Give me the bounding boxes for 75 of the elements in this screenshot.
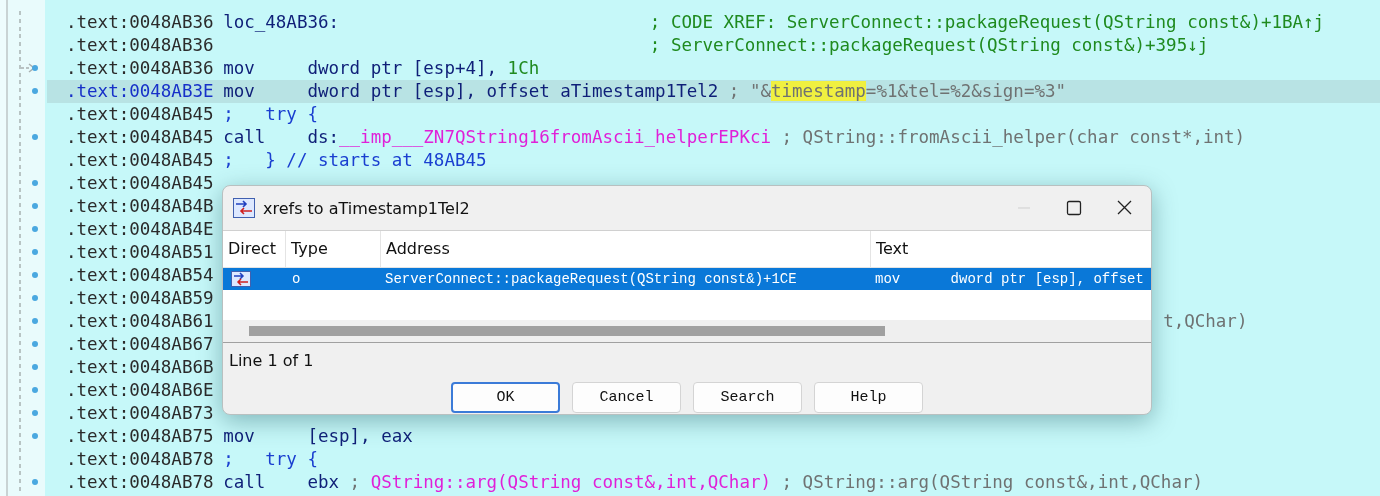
code-directive: ; try { bbox=[223, 448, 318, 471]
instruction-dot-icon bbox=[32, 479, 38, 485]
instruction-mnemonic: call bbox=[223, 126, 267, 149]
instruction-dot-icon bbox=[32, 203, 38, 209]
dialog-button[interactable]: Help bbox=[814, 382, 923, 413]
instruction-mnemonic: mov bbox=[223, 80, 256, 103]
instruction-dot-icon bbox=[32, 387, 38, 393]
line-address: .text:0048AB73 bbox=[66, 402, 214, 425]
horizontal-scrollbar[interactable] bbox=[223, 320, 1151, 342]
instruction-mnemonic: mov bbox=[223, 57, 256, 80]
instruction-dot-icon bbox=[32, 134, 38, 140]
instruction-dot-icon bbox=[32, 433, 38, 439]
line-address: .text:0048AB75 bbox=[66, 425, 214, 448]
line-address: .text:0048AB45 bbox=[66, 126, 214, 149]
instruction-dot-icon bbox=[32, 272, 38, 278]
xref-comment: ; CODE XREF: ServerConnect::packageRequest(QString const&)+1BA↑j bbox=[649, 11, 1325, 34]
line-address: .text:0048AB54 bbox=[66, 264, 214, 287]
line-address: .text:0048AB78 bbox=[66, 448, 214, 471]
instruction-mnemonic: mov bbox=[223, 425, 256, 448]
instruction-dot-icon bbox=[32, 364, 38, 370]
code-comment: ; QString::arg(QString const&,int,QChar) ; QString::arg(QString const&,int,QChar) bbox=[348, 471, 1203, 494]
line-address: .text:0048AB45 bbox=[66, 172, 214, 195]
column-header[interactable]: Text bbox=[871, 231, 1151, 267]
table-cell-text: o bbox=[291, 270, 302, 289]
dialog-title: xrefs to aTimestamp1Tel2 bbox=[263, 198, 470, 218]
line-address: .text:0048AB36 bbox=[66, 34, 214, 57]
dialog-button[interactable]: Search bbox=[693, 382, 802, 413]
instruction-dot-icon bbox=[32, 295, 38, 301]
code-comment: ; QString::fromAscii_helper(char const*,int) bbox=[780, 126, 1246, 149]
column-header[interactable]: Address bbox=[381, 231, 871, 267]
xref-row[interactable]: o ServerConnect::packageRequest(QString const&)+1CE mov dword ptr [esp], offset bbox=[223, 268, 1151, 290]
dialog-button[interactable]: OK bbox=[451, 382, 560, 413]
instruction-dot-icon bbox=[32, 249, 38, 255]
line-address: .text:0048AB51 bbox=[66, 241, 214, 264]
line-address: .text:0048AB67 bbox=[66, 333, 214, 356]
table-cell-text: ServerConnect::packageRequest(QString const&)+1CE bbox=[384, 270, 798, 289]
line-address: .text:0048AB61 bbox=[66, 310, 214, 333]
code-comment: ; "&timestamp=%1&tel=%2&sign=%3" bbox=[727, 80, 1067, 103]
xref-comment: ; ServerConnect::packageRequest(QString const&)+395↓j bbox=[649, 34, 1209, 57]
instruction-dot-icon bbox=[32, 318, 38, 324]
line-address: .text:0048AB36 bbox=[66, 11, 214, 34]
status-text: Line 1 of 1 bbox=[228, 350, 315, 372]
line-address: .text:0048AB4E bbox=[66, 218, 214, 241]
line-address: .text:0048AB4B bbox=[66, 195, 214, 218]
instruction-dot-icon bbox=[32, 226, 38, 232]
instruction-operand: dword ptr [esp+4], 1Ch bbox=[307, 57, 540, 80]
column-header[interactable]: Direct bbox=[223, 231, 286, 267]
code-directive: ; try { bbox=[223, 103, 318, 126]
line-address: .text:0048AB6E bbox=[66, 379, 214, 402]
column-header[interactable]: Type bbox=[286, 231, 381, 267]
line-address: .text:0048AB3E bbox=[66, 80, 214, 103]
table-cell-text: mov dword ptr [esp], offset bbox=[874, 270, 1145, 289]
instruction-operand: ebx bbox=[307, 471, 340, 494]
line-address: .text:0048AB59 bbox=[66, 287, 214, 310]
line-address: .text:0048AB45 bbox=[66, 103, 214, 126]
xref-app-icon bbox=[233, 198, 255, 218]
instruction-dot-icon bbox=[32, 180, 38, 186]
xref-direction-icon bbox=[231, 271, 251, 287]
instruction-dot-icon bbox=[32, 88, 38, 94]
line-address: .text:0048AB45 bbox=[66, 149, 214, 172]
line-address: .text:0048AB6B bbox=[66, 356, 214, 379]
code-directive: ; } // starts at 48AB45 bbox=[223, 149, 487, 172]
instruction-dot-icon bbox=[32, 341, 38, 347]
instruction-operand: dword ptr [esp], offset aTimestamp1Tel2 bbox=[307, 80, 719, 103]
instruction-operand: [esp], eax bbox=[307, 425, 413, 448]
instruction-operand: ds:__imp___ZN7QString16fromAscii_helperEPKci bbox=[307, 126, 771, 149]
line-address: .text:0048AB78 bbox=[66, 471, 214, 494]
instruction-mnemonic: call bbox=[223, 471, 267, 494]
instruction-dot-icon bbox=[32, 65, 38, 71]
instruction-dot-icon bbox=[32, 410, 38, 416]
scrollbar-thumb[interactable] bbox=[249, 326, 885, 336]
dialog-button[interactable]: Cancel bbox=[572, 382, 681, 413]
code-label: loc_48AB36: bbox=[223, 11, 341, 34]
code-comment: t,QChar) bbox=[1163, 310, 1248, 333]
line-address: .text:0048AB36 bbox=[66, 57, 214, 80]
